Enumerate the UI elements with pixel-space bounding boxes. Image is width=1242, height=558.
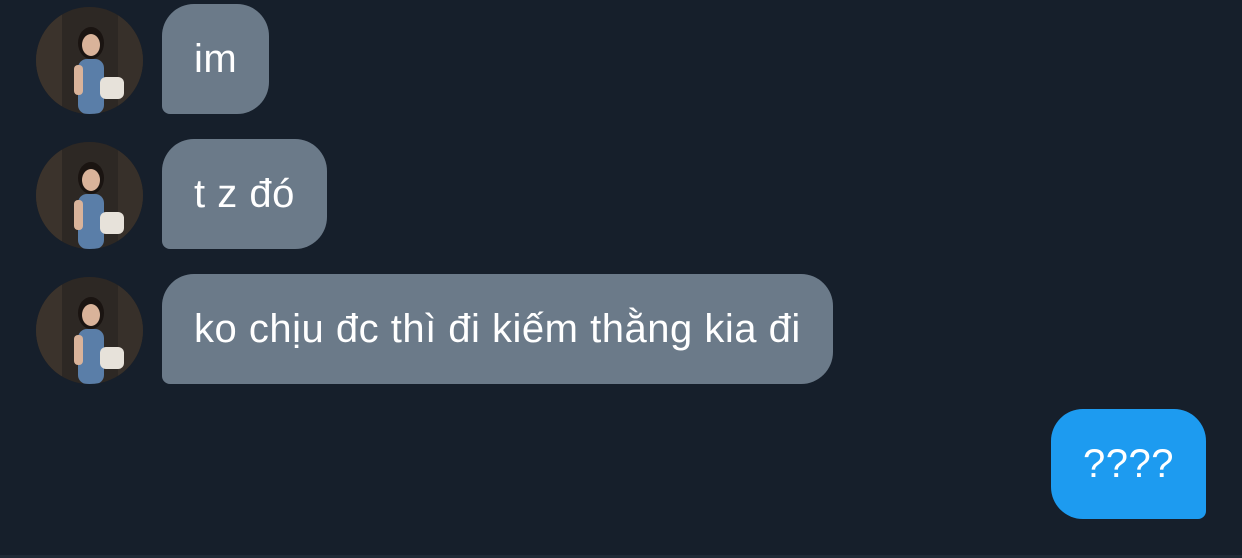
received-message-bubble[interactable]: ko chịu đc thì đi kiếm thằng kia đi [162, 274, 833, 384]
contact-avatar[interactable] [36, 7, 143, 114]
contact-photo [36, 142, 143, 249]
contact-photo [36, 277, 143, 384]
sent-message-bubble[interactable]: ???? [1051, 409, 1206, 519]
message-text: ko chịu đc thì đi kiếm thằng kia đi [194, 306, 801, 351]
message-text: t z đó [194, 171, 295, 216]
received-message-bubble[interactable]: t z đó [162, 139, 327, 249]
contact-photo [36, 7, 143, 114]
message-thread: im t z đó ko chịu đc thì đi kiếm thằng k… [0, 0, 1242, 558]
contact-avatar[interactable] [36, 142, 143, 249]
message-text: ???? [1083, 441, 1174, 486]
contact-avatar[interactable] [36, 277, 143, 384]
received-message-bubble[interactable]: im [162, 4, 270, 114]
message-text: im [194, 36, 238, 81]
